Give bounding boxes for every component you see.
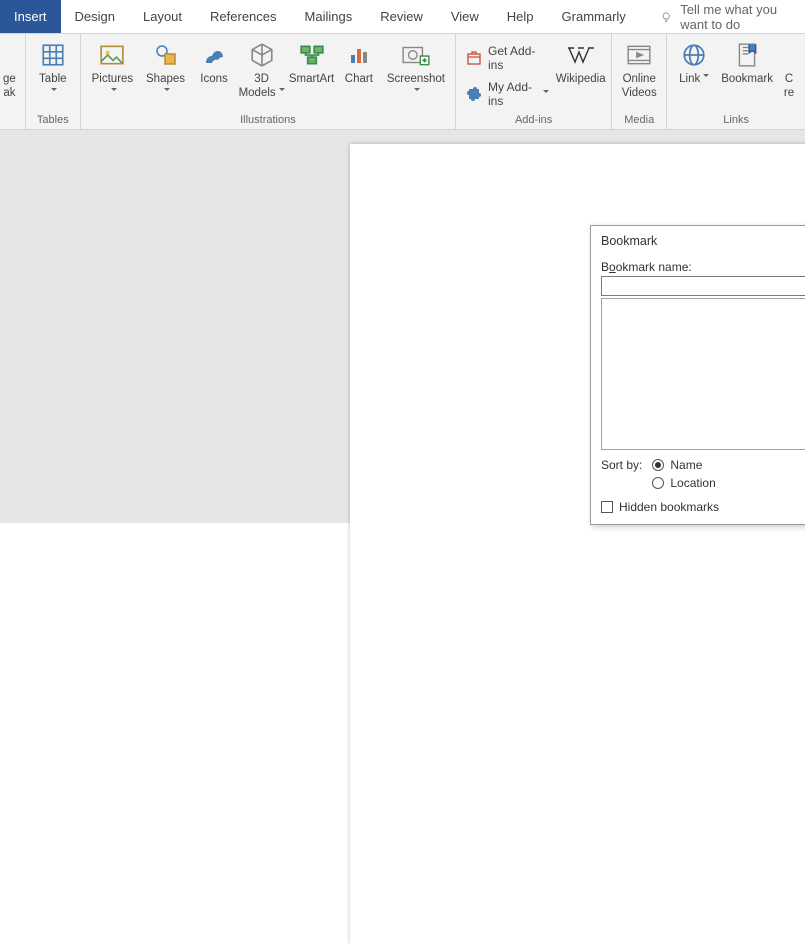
video-icon — [626, 40, 652, 70]
tab-references[interactable]: References — [196, 0, 290, 33]
screenshot-icon — [401, 40, 431, 70]
shapes-icon — [153, 40, 179, 70]
bookmark-name-label: Bookmark name: — [601, 260, 805, 274]
group-label-addins: Add-ins — [462, 112, 605, 129]
my-addins-button[interactable]: My Add-ins — [462, 78, 553, 110]
ribbon-tabs: Insert Design Layout References Mailings… — [0, 0, 805, 34]
screenshot-button[interactable]: Screenshot — [383, 36, 449, 100]
tab-grammarly[interactable]: Grammarly — [548, 0, 640, 33]
sort-by-label: Sort by: — [601, 458, 642, 472]
radio-icon — [652, 477, 664, 489]
group-links: Link Bookmark C re Links — [667, 34, 805, 129]
ribbon: ge ak Table Tables Pictures Shapes — [0, 34, 805, 130]
bookmark-list[interactable] — [601, 298, 805, 450]
wikipedia-icon — [567, 40, 595, 70]
bookmark-icon — [736, 40, 758, 70]
link-button[interactable]: Link — [673, 36, 715, 86]
group-tables: Table Tables — [26, 34, 81, 129]
smartart-icon — [299, 40, 325, 70]
page-break-button[interactable]: ge ak — [0, 36, 19, 100]
chart-button[interactable]: Chart — [338, 36, 380, 86]
cross-ref-button[interactable]: C re — [779, 36, 799, 100]
tab-design[interactable]: Design — [61, 0, 129, 33]
radio-icon — [652, 459, 664, 471]
cube-icon — [249, 40, 275, 70]
tell-me-search[interactable]: Tell me what you want to do — [660, 2, 805, 32]
smartart-button[interactable]: SmartArt — [288, 36, 335, 86]
store-icon — [466, 50, 482, 66]
bookmark-dialog: Bookmark Bookmark name: Sort by: Name Lo… — [590, 225, 805, 525]
get-addins-button[interactable]: Get Add-ins — [462, 42, 553, 74]
wikipedia-button[interactable]: Wikipedia — [556, 36, 605, 86]
tab-layout[interactable]: Layout — [129, 0, 196, 33]
online-videos-button[interactable]: Online Videos — [618, 36, 660, 100]
group-label-media: Media — [618, 112, 660, 129]
checkbox-icon — [601, 501, 613, 513]
icons-button[interactable]: Icons — [193, 36, 235, 86]
pictures-icon — [99, 40, 125, 70]
tab-insert[interactable]: Insert — [0, 0, 61, 33]
tab-help[interactable]: Help — [493, 0, 548, 33]
lightbulb-icon — [660, 9, 672, 25]
group-label-links: Links — [673, 112, 799, 129]
bookmark-name-input[interactable] — [601, 276, 805, 296]
dialog-title: Bookmark — [591, 226, 805, 256]
group-addins: Get Add-ins My Add-ins Wikipedia Add-ins — [456, 34, 612, 129]
sort-name-radio[interactable]: Name — [652, 458, 715, 472]
group-pages-partial: ge ak — [0, 34, 26, 129]
tab-review[interactable]: Review — [366, 0, 437, 33]
icons-icon — [201, 40, 227, 70]
puzzle-icon — [466, 86, 482, 102]
link-icon — [681, 40, 707, 70]
pictures-button[interactable]: Pictures — [87, 36, 138, 100]
group-illustrations: Pictures Shapes Icons 3D Models SmartArt… — [81, 34, 456, 129]
table-button[interactable]: Table — [32, 36, 74, 100]
hidden-bookmarks-checkbox[interactable]: Hidden bookmarks — [601, 500, 805, 514]
shapes-button[interactable]: Shapes — [141, 36, 190, 100]
group-label-tables: Tables — [32, 112, 74, 129]
table-icon — [40, 40, 66, 70]
tab-mailings[interactable]: Mailings — [291, 0, 367, 33]
group-label-illustrations: Illustrations — [87, 112, 449, 129]
chart-icon — [346, 40, 372, 70]
group-media: Online Videos Media — [612, 34, 667, 129]
tab-view[interactable]: View — [437, 0, 493, 33]
3d-models-button[interactable]: 3D Models — [238, 36, 285, 100]
tell-me-text: Tell me what you want to do — [680, 2, 805, 32]
bookmark-button[interactable]: Bookmark — [718, 36, 776, 86]
sort-location-radio[interactable]: Location — [652, 476, 715, 490]
